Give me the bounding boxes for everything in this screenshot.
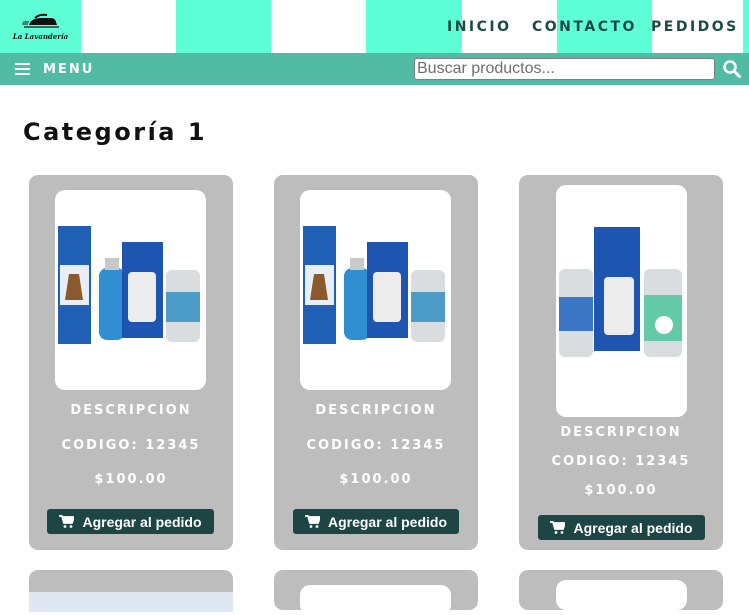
add-to-order-button[interactable]: Agregar al pedido	[538, 515, 705, 540]
product-price: $100.00	[339, 472, 413, 487]
product-code: CODIGO: 12345	[61, 438, 201, 453]
cart-icon	[304, 515, 320, 528]
product-price: $100.00	[584, 483, 658, 498]
product-card[interactable]: DESCRIPCION CODIGO: 12345 $100.00 Agrega…	[519, 175, 723, 550]
menu-label: MENU	[43, 61, 95, 77]
product-photo	[58, 226, 200, 344]
product-image[interactable]	[55, 190, 206, 390]
product-image[interactable]	[556, 580, 687, 610]
add-to-order-label: Agregar al pedido	[82, 513, 202, 530]
stripe-block	[176, 0, 271, 53]
product-code: CODIGO: 12345	[551, 454, 691, 469]
product-card[interactable]: DESCRIPCION CODIGO: 12345 $100.00 Agrega…	[274, 175, 478, 550]
product-card[interactable]: DESCRIPCION CODIGO: 12345 $100.00 Agrega…	[29, 175, 233, 550]
nav-inicio[interactable]: INICIO	[447, 0, 512, 53]
nav-pedidos[interactable]: PEDIDOS	[651, 0, 739, 53]
top-bar: La Lavandería INICIO CONTACTO PEDIDOS	[0, 0, 749, 53]
product-photo	[303, 226, 445, 344]
search-input[interactable]	[414, 58, 715, 80]
add-to-order-button[interactable]: Agregar al pedido	[47, 509, 214, 534]
brand-logo[interactable]: La Lavandería	[0, 0, 81, 53]
hamburger-icon	[15, 63, 30, 75]
nav-contacto[interactable]: CONTACTO	[532, 0, 637, 53]
add-to-order-label: Agregar al pedido	[573, 519, 693, 536]
product-description: DESCRIPCION	[70, 403, 192, 418]
product-description: DESCRIPCION	[560, 425, 682, 440]
product-price: $100.00	[94, 472, 168, 487]
product-image[interactable]	[300, 190, 451, 390]
add-to-order-button[interactable]: Agregar al pedido	[293, 509, 459, 534]
product-image[interactable]	[300, 585, 451, 615]
menu-button[interactable]: MENU	[15, 53, 94, 85]
product-photo	[559, 227, 682, 357]
product-card[interactable]	[29, 570, 233, 612]
product-card[interactable]	[519, 570, 723, 610]
category-title: Categoría 1	[23, 118, 208, 146]
product-card[interactable]	[274, 570, 478, 615]
stripe-block	[743, 0, 749, 53]
product-image[interactable]	[556, 185, 687, 417]
cart-icon	[59, 515, 75, 528]
product-code: CODIGO: 12345	[306, 438, 446, 453]
product-description: DESCRIPCION	[315, 403, 437, 418]
iron-icon	[21, 13, 59, 28]
search-icon[interactable]	[722, 59, 742, 79]
add-to-order-label: Agregar al pedido	[327, 513, 448, 530]
cart-icon	[550, 521, 566, 534]
product-image[interactable]	[29, 592, 233, 612]
brand-name: La Lavandería	[12, 31, 69, 41]
